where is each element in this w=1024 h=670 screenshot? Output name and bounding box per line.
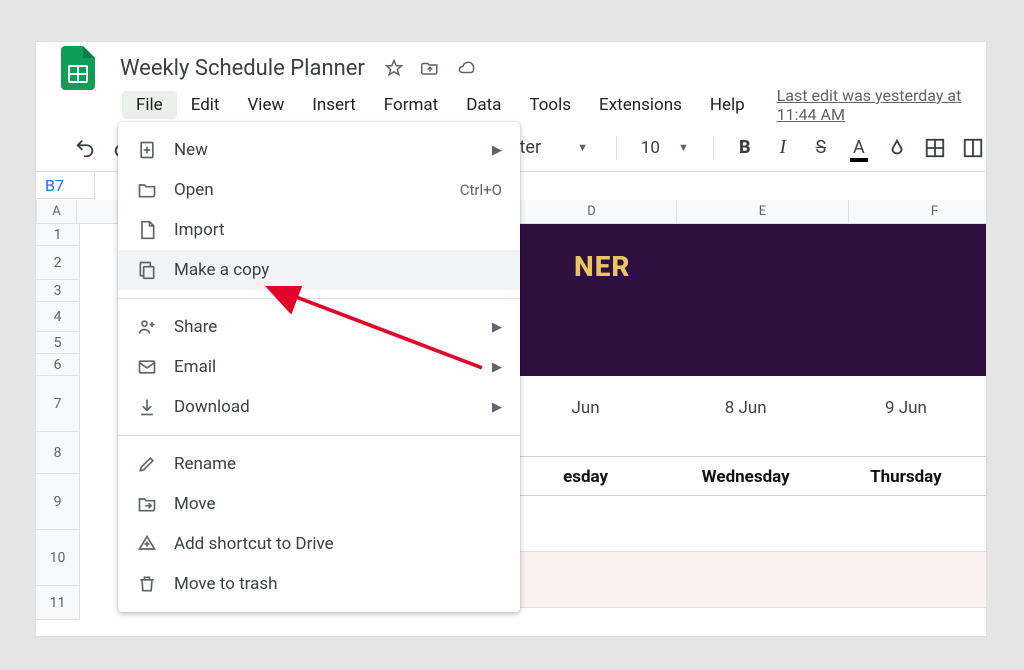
fill-color-button[interactable]: [884, 134, 910, 162]
menu-item-label: Make a copy: [174, 260, 502, 280]
email-icon: [136, 356, 158, 378]
schedule-cell[interactable]: [506, 496, 666, 551]
menu-add-shortcut[interactable]: Add shortcut to Drive: [118, 524, 520, 564]
menu-data[interactable]: Data: [452, 91, 515, 119]
menu-move[interactable]: Move: [118, 484, 520, 524]
schedule-cell[interactable]: [666, 496, 826, 551]
copy-icon: [136, 259, 158, 281]
menu-item-label: Import: [174, 220, 502, 240]
menu-format[interactable]: Format: [370, 91, 452, 119]
import-icon: [136, 219, 158, 241]
star-icon[interactable]: [385, 59, 403, 77]
menu-item-label: Email: [174, 357, 476, 377]
menu-separator: [118, 435, 520, 436]
menu-view[interactable]: View: [233, 91, 298, 119]
row-header[interactable]: 10: [36, 530, 80, 586]
schedule-cell[interactable]: [506, 552, 666, 607]
menu-file[interactable]: File: [122, 91, 177, 119]
row-header[interactable]: 5: [36, 332, 80, 354]
menu-item-label: Rename: [174, 454, 502, 474]
schedule-cell[interactable]: [826, 552, 986, 607]
move-folder-icon: [136, 493, 158, 515]
merge-cells-button[interactable]: [960, 134, 986, 162]
menu-tools[interactable]: Tools: [515, 91, 585, 119]
menu-separator: [118, 298, 520, 299]
row-header[interactable]: 1: [36, 224, 80, 246]
select-all-corner[interactable]: [36, 200, 37, 223]
col-header-F[interactable]: F: [849, 200, 986, 223]
strikethrough-button[interactable]: S: [808, 134, 834, 162]
menu-download[interactable]: Download ▶: [118, 387, 520, 427]
col-header-E[interactable]: E: [677, 200, 849, 223]
menu-item-label: Move: [174, 494, 502, 514]
menu-email[interactable]: Email ▶: [118, 347, 520, 387]
banner-title-fragment: NER: [574, 250, 631, 283]
row-header[interactable]: 3: [36, 280, 80, 302]
menu-item-label: Download: [174, 397, 476, 417]
date-cell[interactable]: 8 Jun: [666, 398, 826, 446]
text-color-button[interactable]: A: [846, 134, 872, 162]
menu-item-label: Move to trash: [174, 574, 502, 594]
chevron-right-icon: ▶: [492, 400, 502, 415]
download-icon: [136, 396, 158, 418]
bold-button[interactable]: B: [732, 134, 758, 162]
undo-button[interactable]: [72, 134, 98, 162]
row-header[interactable]: 11: [36, 586, 80, 620]
chevron-right-icon: ▶: [492, 320, 502, 335]
menu-new[interactable]: New ▶: [118, 130, 520, 170]
menu-import[interactable]: Import: [118, 210, 520, 250]
day-cell[interactable]: esday: [506, 457, 666, 495]
menu-item-label: New: [174, 140, 476, 160]
menu-item-label: Add shortcut to Drive: [174, 534, 502, 554]
cloud-status-icon[interactable]: [457, 59, 475, 77]
last-edit-link[interactable]: Last edit was yesterday at 11:44 AM: [777, 86, 986, 124]
menu-open[interactable]: Open Ctrl+O: [118, 170, 520, 210]
font-size-value: 10: [641, 138, 660, 158]
name-box[interactable]: B7: [37, 173, 95, 199]
row-header[interactable]: 8: [36, 432, 80, 474]
menu-help[interactable]: Help: [696, 91, 759, 119]
chevron-down-icon: ▼: [678, 141, 689, 154]
sheets-logo[interactable]: [58, 48, 98, 88]
day-cell[interactable]: Wednesday: [666, 457, 826, 495]
row-header[interactable]: 4: [36, 302, 80, 332]
chevron-down-icon: ▼: [577, 141, 588, 154]
share-icon: [136, 316, 158, 338]
menu-item-label: Share: [174, 317, 476, 337]
chevron-right-icon: ▶: [492, 143, 502, 158]
chevron-right-icon: ▶: [492, 360, 502, 375]
pencil-icon: [136, 453, 158, 475]
menu-item-label: Open: [174, 180, 444, 200]
date-cell[interactable]: Jun: [506, 398, 666, 446]
menu-rename[interactable]: Rename: [118, 444, 520, 484]
italic-button[interactable]: I: [770, 134, 796, 162]
move-folder-icon[interactable]: [421, 59, 439, 77]
menu-extensions[interactable]: Extensions: [585, 91, 696, 119]
date-cell[interactable]: 9 Jun: [826, 398, 986, 446]
row-header[interactable]: 9: [36, 474, 80, 530]
day-cell[interactable]: Thursday: [826, 457, 986, 495]
col-header-D[interactable]: D: [507, 200, 677, 223]
menu-edit[interactable]: Edit: [177, 91, 234, 119]
font-size-select[interactable]: 10 ▼: [635, 134, 695, 162]
schedule-cell[interactable]: [666, 552, 826, 607]
menu-move-trash[interactable]: Move to trash: [118, 564, 520, 604]
row-header[interactable]: 7: [36, 376, 80, 432]
doc-title[interactable]: Weekly Schedule Planner: [114, 54, 371, 83]
drive-shortcut-icon: [136, 533, 158, 555]
row-header[interactable]: 6: [36, 354, 80, 376]
new-document-icon: [136, 139, 158, 161]
menu-make-copy[interactable]: Make a copy: [118, 250, 520, 290]
menu-insert[interactable]: Insert: [298, 91, 370, 119]
folder-icon: [136, 179, 158, 201]
menu-share[interactable]: Share ▶: [118, 307, 520, 347]
trash-icon: [136, 573, 158, 595]
shortcut-text: Ctrl+O: [460, 181, 502, 199]
col-header-A[interactable]: A: [37, 200, 77, 223]
row-header[interactable]: 2: [36, 246, 80, 280]
schedule-cell[interactable]: [826, 496, 986, 551]
borders-button[interactable]: [922, 134, 948, 162]
menubar: File Edit View Insert Format Data Tools …: [36, 86, 986, 124]
file-menu-dropdown: New ▶ Open Ctrl+O Import Make a copy: [118, 122, 520, 612]
